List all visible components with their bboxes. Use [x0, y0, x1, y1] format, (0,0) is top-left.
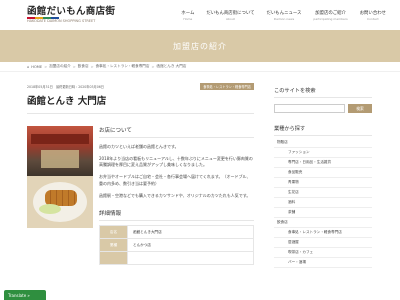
detail-key: 業種: [99, 238, 128, 253]
breadcrumb-current: 函館とんき 大門店: [156, 64, 187, 68]
search-form: 検索: [274, 104, 372, 113]
page-banner: 加盟店の紹介: [0, 30, 400, 62]
nav-sublabel: About: [225, 16, 235, 21]
sidebar: このサイトを検索 検索 業種から探す 物販店 ファッション 専門店・日用品・生活…: [274, 82, 372, 268]
tonkatsu-image: [27, 176, 93, 228]
search-button[interactable]: 検索: [348, 104, 372, 113]
category-list: 物販店 ファッション 専門店・日用品・生活雑貨 食品販売 青果物 生花店 酒料 …: [274, 138, 372, 268]
detail-value: 函館とんき大門店: [127, 225, 254, 240]
breadcrumb-separator: >: [90, 64, 94, 69]
paragraph: 2018年より当店の看板もリニューアルし、十数年ぶりにメニュー変更を行い豚肉質の…: [99, 155, 253, 168]
banner-title: 加盟店の紹介: [173, 41, 227, 51]
breadcrumb-separator: >: [72, 64, 76, 69]
main-nav: ホーム Home だいもん商店街について About だいもんニュース Daim…: [175, 10, 392, 21]
breadcrumb-category[interactable]: 食事処・レストラン・軽食専門店: [96, 64, 150, 69]
nav-about[interactable]: だいもん商店街について About: [200, 10, 260, 21]
table-row: [99, 251, 254, 266]
nav-sublabel: Home: [183, 16, 193, 21]
search-input[interactable]: [274, 104, 345, 113]
detail-heading: 詳細情報: [99, 209, 254, 222]
category-item[interactable]: 茶舗: [274, 208, 372, 218]
detail-value: [127, 251, 254, 266]
breadcrumb-home[interactable]: HOME: [31, 65, 42, 69]
category-tag[interactable]: 食事処・レストラン・軽食専門店: [200, 82, 254, 90]
shop-description: お店について 函館のカツといえば老舗の函館とんきです。 2018年より当店の看板…: [99, 126, 254, 266]
breadcrumb: ⌂ HOME > 加盟店の紹介 > 飲食店 > 食事処・レストラン・軽食専門店 …: [0, 62, 400, 72]
logo-title: 函館だいもん商店街: [27, 5, 116, 17]
nav-label: だいもんニュース: [266, 10, 302, 16]
category-item[interactable]: 喫茶店・カフェ: [274, 248, 372, 258]
search-title: このサイトを検索: [274, 87, 372, 98]
storefront-image: [27, 126, 93, 176]
category-item[interactable]: 食品販売: [274, 168, 372, 178]
category-item[interactable]: 生花店: [274, 188, 372, 198]
breadcrumb-restaurants[interactable]: 飲食店: [78, 64, 89, 69]
nav-contact[interactable]: お問い合わせ Contact: [354, 10, 392, 21]
post-tags: 食事処・レストラン・軽食専門店: [200, 82, 254, 90]
nav-sublabel: participating members: [313, 16, 348, 21]
breadcrumb-separator: >: [44, 64, 48, 69]
category-item[interactable]: 食事処・レストラン・軽食専門店: [274, 228, 372, 238]
nav-members[interactable]: 加盟店のご紹介 participating members: [307, 10, 353, 21]
post-meta: 2018年05月31日 最終更新日時 : 2020年03月06日 食事処・レスト…: [27, 82, 254, 90]
table-row: 店名 函館とんき大門店: [99, 225, 254, 240]
nav-label: だいもん商店街について: [206, 10, 255, 16]
post-date: 2018年05月31日 最終更新日時 : 2020年03月06日: [27, 84, 104, 89]
shop-photo: [27, 126, 93, 228]
detail-value: とんかつ店: [127, 238, 254, 253]
category-title: 業種から探す: [274, 125, 372, 136]
breadcrumb-separator: >: [151, 64, 155, 69]
paragraph: 函館のカツといえば老舗の函館とんきです。: [99, 144, 179, 149]
nav-news[interactable]: だいもんニュース Daimon news: [261, 10, 308, 21]
category-item[interactable]: 酒料: [274, 198, 372, 208]
category-item[interactable]: バー・酒場: [274, 258, 372, 268]
translate-button[interactable]: Translate »: [4, 290, 46, 300]
main-content: 2018年05月31日 最終更新日時 : 2020年03月06日 食事処・レスト…: [27, 82, 254, 268]
logo-subtitle: HAKODATE DAIMON SHOPPING STREET: [27, 18, 96, 23]
site-header: 函館だいもん商店街 HAKODATE DAIMON SHOPPING STREE…: [0, 0, 400, 30]
category-item[interactable]: 青果物: [274, 178, 372, 188]
detail-table: 店名 函館とんき大門店 業種 とんかつ店: [99, 225, 254, 266]
nav-home[interactable]: ホーム Home: [175, 10, 200, 21]
detail-key: 店名: [99, 225, 128, 240]
category-item[interactable]: ファッション: [274, 148, 372, 158]
nav-sublabel: Daimon news: [273, 16, 295, 21]
breadcrumb-members[interactable]: 加盟店の紹介: [49, 64, 71, 69]
site-logo[interactable]: 函館だいもん商店街 HAKODATE DAIMON SHOPPING STREE…: [27, 7, 115, 24]
section-heading: お店について: [99, 126, 254, 138]
post-content: お店について 函館のカツといえば老舗の函館とんきです。 2018年より当店の看板…: [27, 126, 254, 266]
page-body: 2018年05月31日 最終更新日時 : 2020年03月06日 食事処・レスト…: [0, 72, 400, 268]
category-item[interactable]: 飲食店: [274, 218, 372, 228]
nav-sublabel: Contact: [366, 16, 379, 21]
category-item[interactable]: 物販店: [274, 138, 372, 148]
table-row: 業種 とんかつ店: [99, 238, 254, 253]
detail-key: [99, 251, 128, 266]
nav-label: お問い合わせ: [359, 10, 386, 16]
nav-label: ホーム: [181, 10, 195, 16]
paragraph: 函館駅・空港などでも購入できるカツサンドや、オリジナルのカツたれも人気です。: [99, 192, 251, 198]
paragraph: お弁当やオードブルはご自宅・会社・各行事会場へ届けてくれます。（オードブル、重の…: [99, 174, 251, 186]
category-item[interactable]: 専門店・日用品・生活雑貨: [274, 158, 372, 168]
home-icon[interactable]: ⌂: [27, 65, 29, 69]
post-title: 函館とんき 大門店: [27, 93, 254, 114]
category-item[interactable]: 居酒屋: [274, 238, 372, 248]
nav-label: 加盟店のご紹介: [315, 10, 346, 16]
